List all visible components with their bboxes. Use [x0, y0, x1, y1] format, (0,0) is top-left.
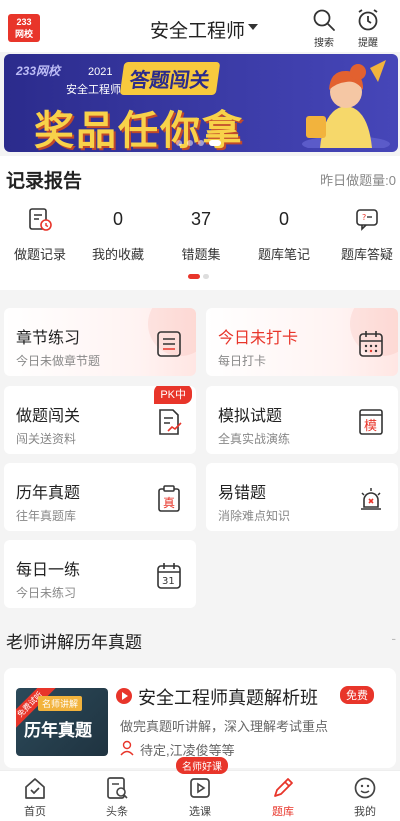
alarm-icon — [361, 488, 381, 510]
card-subtitle: 今日未练习 — [16, 586, 77, 600]
logo-top-text: 233 — [16, 17, 32, 27]
yesterday-count: 昨日做题量:0 — [320, 173, 396, 188]
banner-pager — [176, 140, 221, 146]
card-past-exams[interactable]: 历年真题 往年真题库 真 — [4, 463, 196, 531]
teacher-section-title: 老师讲解历年真题 — [6, 633, 142, 652]
course-thumbnail[interactable]: 免费试听 名师讲解 历年真题 — [16, 688, 108, 756]
mock-exam-icon: 模 — [359, 409, 383, 435]
card-error-prone[interactable]: 易错题 消除难点知识 — [206, 463, 398, 531]
search-label: 搜索 — [314, 38, 334, 49]
card-challenge[interactable]: 做题闯关 闯关送资料 PK中 — [4, 386, 196, 454]
person-icon — [120, 740, 134, 756]
tab-profile[interactable]: 我的 — [330, 775, 400, 819]
thumb-title: 历年真题 — [24, 721, 92, 740]
app-logo: 233 网校 — [8, 14, 40, 42]
record-history[interactable]: 做题记录 — [0, 204, 80, 263]
news-icon — [107, 777, 128, 799]
search-button[interactable]: 搜索 — [306, 8, 342, 49]
real-icon-char: 真 — [163, 496, 175, 510]
record-qa[interactable]: ? 题库答疑 — [327, 204, 400, 263]
record-history-label: 做题记录 — [13, 247, 66, 262]
calendar-icon — [359, 331, 383, 357]
play-icon — [116, 688, 132, 704]
record-favorites-label: 我的收藏 — [91, 247, 144, 262]
alarm-clock-icon — [358, 9, 378, 31]
tab-label: 首页 — [24, 806, 46, 818]
course-description: 做完真题听讲解，深入理解考试重点 — [120, 719, 329, 734]
card-subtitle: 今日未做章节题 — [16, 354, 101, 368]
banner-logo: 233网校 — [16, 64, 61, 78]
banner-year: 2021 — [88, 66, 113, 78]
caret-down-icon[interactable] — [248, 24, 258, 30]
tab-home[interactable]: 首页 — [0, 775, 70, 819]
card-subtitle: 闯关送资料 — [16, 432, 77, 446]
real-exam-icon: 真 — [158, 485, 180, 512]
bottom-tab-bar: 名师好课 首页 头条 选课 题库 我的 — [0, 757, 400, 821]
records-pager — [188, 274, 209, 279]
tab-label: 题库 — [272, 806, 294, 818]
records-title: 记录报告 — [6, 171, 83, 192]
subject-selector[interactable]: 安全工程师 — [150, 16, 245, 43]
course-card[interactable]: 免费试听 名师讲解 历年真题 安全工程师真题解析班 免费 做完真题听讲解，深入理… — [4, 668, 396, 768]
pk-badge: PK中 — [154, 386, 192, 404]
card-title: 模拟试题 — [218, 408, 283, 425]
course-icon — [190, 778, 210, 798]
record-notes-label: 题库笔记 — [257, 247, 310, 262]
logo-bottom-text: 网校 — [14, 29, 33, 39]
card-subtitle: 全真实战演练 — [218, 432, 291, 446]
card-subtitle: 消除难点知识 — [218, 509, 291, 523]
thumb-tag: 名师讲解 — [38, 696, 83, 711]
mock-icon-char: 模 — [364, 419, 377, 434]
notes-count: 0 — [278, 208, 289, 229]
card-title: 历年真题 — [16, 485, 81, 502]
records-panel: 记录报告 昨日做题量:0 做题记录 0 我的收藏 37 错题集 0 题库笔记 ?… — [0, 156, 400, 290]
hot-course-badge: 名师好课 — [176, 757, 228, 774]
remind-label: 提醒 — [358, 38, 378, 49]
calendar-day-char: 31 — [162, 576, 175, 587]
card-chapter-practice[interactable]: 章节练习 今日未做章节题 — [4, 308, 196, 376]
card-subtitle: 往年真题库 — [16, 509, 77, 523]
card-checkin[interactable]: 今日未打卡 每日打卡 — [206, 308, 398, 376]
banner-tag: 答题闯关 — [119, 62, 221, 95]
chart-doc-icon — [159, 409, 182, 435]
tab-label: 头条 — [106, 806, 128, 818]
list-icon — [157, 331, 181, 357]
course-name[interactable]: 安全工程师真题解析班 — [138, 684, 318, 710]
search-icon — [313, 9, 335, 31]
promo-banner[interactable]: 233网校 2021 安全工程师 答题闯关 奖品任你拿 — [4, 54, 398, 152]
record-wrong-set[interactable]: 37 错题集 — [161, 204, 241, 263]
record-wrong-set-label: 错题集 — [181, 247, 221, 262]
card-title: 做题闯关 — [16, 408, 81, 425]
card-title: 今日未打卡 — [218, 330, 299, 347]
svg-text:?: ? — [362, 213, 366, 222]
favorites-count: 0 — [112, 208, 123, 229]
card-subtitle: 每日打卡 — [218, 354, 267, 368]
top-header: 233 网校 安全工程师 搜索 提醒 — [0, 0, 400, 52]
qa-icon: ? — [356, 209, 378, 231]
tab-label: 我的 — [354, 806, 376, 818]
teacher-section-dash: - — [391, 630, 396, 646]
card-title: 章节练习 — [16, 330, 81, 347]
history-icon — [29, 208, 52, 231]
card-title: 每日一练 — [16, 562, 81, 579]
card-mock-exam[interactable]: 模拟试题 全真实战演练 模 — [206, 386, 398, 454]
banner-subtitle: 安全工程师 — [66, 84, 121, 96]
record-favorites[interactable]: 0 我的收藏 — [78, 204, 158, 263]
record-notes[interactable]: 0 题库笔记 — [244, 204, 324, 263]
wrong-set-count: 37 — [190, 208, 212, 229]
tab-label: 选课 — [189, 806, 211, 818]
banner-illustration — [302, 60, 390, 148]
record-qa-label: 题库答疑 — [340, 247, 393, 262]
free-badge: 免费 — [340, 686, 374, 704]
tab-courses[interactable]: 选课 — [165, 775, 235, 819]
remind-button[interactable]: 提醒 — [350, 8, 386, 49]
home-icon — [25, 778, 45, 799]
tab-question-bank[interactable]: 题库 — [248, 775, 318, 819]
calendar-31-icon: 31 — [157, 563, 181, 589]
tab-news[interactable]: 头条 — [82, 775, 152, 819]
question-bank-icon — [274, 778, 293, 797]
card-title: 易错题 — [218, 485, 267, 502]
profile-icon — [354, 777, 376, 799]
card-daily-practice[interactable]: 每日一练 今日未练习 31 — [4, 540, 196, 608]
